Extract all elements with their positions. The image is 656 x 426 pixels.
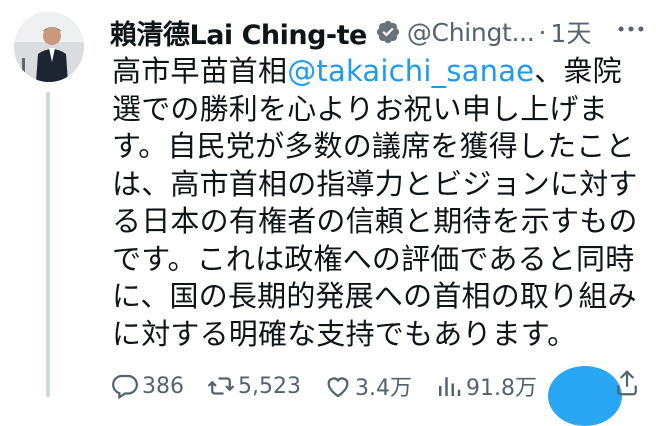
reply-button[interactable]: 386 [110,371,184,401]
views-chart-icon [438,377,461,396]
separator-dot: · [538,17,547,47]
user-portrait-avatar [14,12,84,82]
post-text-rest: 、衆院選での勝利を心よりお祝い申し上げます。自民党が多数の議席を獲得したことは、… [112,54,638,351]
floating-blue-overlay [548,366,622,426]
more-options-icon[interactable] [614,12,648,46]
mention-link[interactable]: @takaichi_sanae [287,54,534,88]
verified-badge-icon [376,20,399,44]
post-text: 高市早苗首相@takaichi_sanae、衆院選での勝利を心よりお祝い申し上げ… [112,53,648,353]
reply-icon [112,374,138,400]
share-icon[interactable] [612,368,642,398]
post-text-start: 高市早苗首相 [112,54,288,88]
like-button[interactable]: 3.4万 [323,370,412,402]
author-name[interactable]: 賴清德Lai Ching-te [110,13,367,52]
post-timestamp[interactable]: 1天 [550,14,591,50]
thread-line [46,92,50,397]
post-header: 賴清德Lai Ching-te @Chingt... · 1天 [110,12,650,52]
author-handle[interactable]: @Chingt... [407,18,535,47]
like-count: 3.4万 [354,376,412,401]
avatar[interactable] [14,12,84,82]
heart-icon [327,377,349,398]
reply-count: 386 [142,373,184,399]
views-count: 91.8万 [465,376,537,401]
repost-button[interactable]: 5,523 [206,371,301,401]
repost-icon [207,377,235,395]
views-button[interactable]: 91.8万 [434,370,537,402]
repost-count: 5,523 [238,373,301,399]
